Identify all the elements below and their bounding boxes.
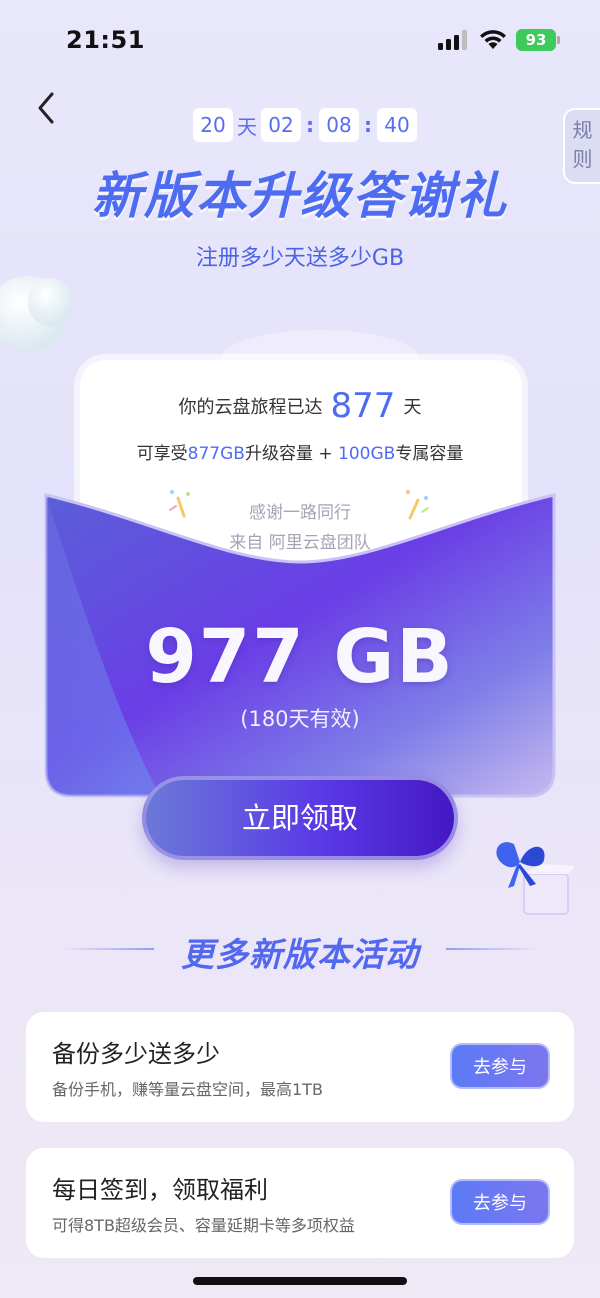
benefit-mid: 升级容量 + (244, 444, 339, 464)
activity-desc: 备份手机，赚等量云盘空间，最高1TB (52, 1080, 323, 1099)
activity-card-backup: 备份多少送多少 备份手机，赚等量云盘空间，最高1TB 去参与 (26, 1012, 574, 1122)
journey-text: 你的云盘旅程已达 877 天 (0, 386, 600, 426)
reward-amount: 977 GB (145, 614, 455, 700)
benefit-text: 可享受877GB升级容量 + 100GB专属容量 (0, 439, 600, 464)
journey-prefix: 你的云盘旅程已达 (178, 397, 323, 418)
back-arrow-icon[interactable] (32, 90, 60, 126)
countdown-days-unit: 天 (237, 114, 257, 139)
battery-icon: 93 (516, 29, 560, 51)
page-title: 新版本升级答谢礼 (92, 167, 508, 225)
countdown-days: 20 (193, 108, 233, 142)
status-time: 21:51 (66, 26, 145, 54)
journey-suffix: 天 (403, 397, 422, 418)
activity-card-checkin: 每日签到，领取福利 可得8TB超级会员、容量延期卡等多项权益 去参与 (26, 1148, 574, 1258)
more-activities-title: 更多新版本活动 (181, 935, 419, 974)
rules-label-1: 规 (572, 118, 593, 142)
activity-title: 备份多少送多少 (52, 1040, 220, 1068)
countdown-seconds: 40 (377, 108, 417, 142)
activity-desc: 可得8TB超级会员、容量延期卡等多项权益 (52, 1216, 355, 1235)
benefit-suffix: 专属容量 (395, 444, 464, 464)
cloud-decoration-icon (0, 276, 72, 352)
benefit-prefix: 可享受 (136, 444, 188, 464)
page-subtitle: 注册多少天送多少GB (195, 246, 405, 271)
benefit-exclusive: 100GB (338, 444, 396, 464)
section-divider-right (446, 948, 538, 950)
activity-title: 每日签到，领取福利 (52, 1176, 268, 1204)
countdown-timer: 20 天 02 : 08 : 40 (193, 108, 417, 142)
journey-days: 877 (330, 386, 396, 426)
status-bar: 21:51 93 (0, 0, 600, 80)
battery-level: 93 (525, 31, 547, 49)
countdown-separator: : (306, 113, 314, 137)
benefit-upgrade: 877GB (187, 444, 245, 464)
wifi-icon (480, 30, 506, 49)
cellular-signal-icon (438, 30, 467, 50)
reward-validity: (180天有效) (240, 707, 360, 731)
gift-box-icon (496, 842, 574, 915)
join-button[interactable]: 去参与 (450, 1043, 550, 1089)
countdown-minutes: 08 (319, 108, 359, 142)
countdown-hours: 02 (261, 108, 301, 142)
countdown-separator: : (364, 113, 372, 137)
join-button[interactable]: 去参与 (450, 1179, 550, 1225)
claim-now-button[interactable]: 立即领取 (142, 776, 458, 860)
home-indicator[interactable] (193, 1277, 407, 1285)
